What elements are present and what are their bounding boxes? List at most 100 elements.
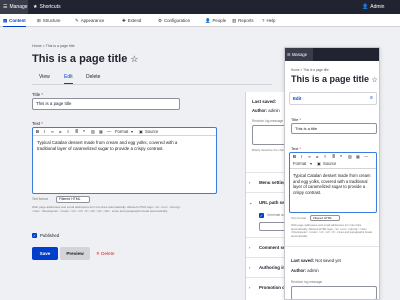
mobile-tab-select[interactable]: Edit ≡ — [289, 92, 377, 105]
menu-item-extend[interactable]: ✚ Extend — [122, 14, 141, 27]
unlink-icon[interactable]: ⌀ — [59, 129, 62, 134]
title-label-text: Title — [32, 92, 41, 97]
mobile-page-title-text: This is a page title — [291, 74, 370, 84]
manage-tab[interactable]: ☰ Manage — [0, 0, 28, 14]
numbered-list-icon[interactable]: ≣ — [332, 154, 336, 159]
mobile-text-format-value: Filtered HTML — [313, 216, 333, 220]
mobile-author-label: Author: — [291, 268, 307, 273]
delete-link[interactable]: ✕ Delete — [96, 251, 114, 257]
user-menu[interactable]: 👤 Admin — [362, 0, 384, 14]
bold-icon[interactable]: B — [293, 154, 296, 159]
mobile-manage-label: Manage — [291, 52, 308, 57]
admin-toolbar: ☰ Manage ★ Shortcuts 👤 Admin — [0, 0, 400, 14]
chevron-down-icon: ⌄ — [249, 200, 253, 205]
trash-icon: ✕ — [96, 251, 100, 256]
mobile-title-label-text: Title — [291, 117, 299, 122]
author-label: Author: — [252, 108, 268, 113]
table-icon[interactable]: ▦ — [356, 154, 360, 159]
link-icon[interactable]: ∞ — [51, 129, 54, 134]
text-format-label: Text format — [32, 197, 48, 201]
required-mark: * — [299, 117, 302, 122]
blockquote-icon[interactable]: ❝ — [83, 129, 85, 134]
bold-icon[interactable]: B — [36, 129, 39, 134]
source-button[interactable]: Source — [145, 129, 158, 134]
required-mark: * — [41, 121, 44, 126]
source-icon[interactable]: ▣ — [139, 129, 143, 134]
body-editor[interactable]: B I ∞ ⌀ ≡ ≣ ❝ ▨ ▦ — Format ▾ ▣ Source Ty… — [32, 127, 217, 194]
menu-label: Configuration — [163, 18, 191, 23]
hr-icon[interactable]: — — [364, 154, 368, 159]
menu-label: Appearance — [80, 18, 105, 23]
tab-edit[interactable]: Edit — [64, 72, 73, 84]
mobile-revision-input[interactable] — [291, 286, 377, 299]
published-label: Published — [40, 233, 60, 238]
title-input[interactable]: This is a page title — [32, 98, 180, 110]
hr-icon[interactable]: — — [107, 129, 111, 134]
menu-icon: ☰ — [287, 52, 291, 57]
menu-item-structure[interactable]: ⊞ Structure — [37, 14, 61, 27]
mobile-source-button[interactable]: Source — [323, 161, 336, 166]
mobile-editor-toolbar: B I ∞ ⌀ ≡ ≣ ❝ ▨ ▦ — Format ▾ ▣ Source — [290, 153, 376, 169]
mobile-revision-label: Revision log message — [291, 280, 323, 284]
menu-item-people[interactable]: 👤 People — [205, 14, 226, 27]
link-icon[interactable]: ∞ — [308, 154, 311, 159]
body-text[interactable]: Typical Catalan dessert made from cream … — [37, 140, 187, 152]
format-chevron-icon: ▾ — [131, 129, 134, 134]
menu-item-appearance[interactable]: ✎ Appearance — [75, 14, 104, 27]
preview-button[interactable]: Preview — [60, 247, 90, 260]
user-icon: 👤 — [362, 4, 369, 10]
format-dropdown[interactable]: Format — [115, 129, 128, 134]
italic-icon[interactable]: I — [44, 129, 45, 134]
menu-icon: ☰ — [3, 4, 8, 10]
source-icon[interactable]: ▣ — [317, 161, 321, 166]
mobile-page-title: This is a page title ☆ — [291, 74, 379, 86]
menu-label: Structure — [42, 18, 61, 23]
blockquote-icon[interactable]: ❝ — [340, 154, 342, 159]
generate-alias-checkbox[interactable]: ✓ — [259, 213, 264, 218]
required-mark: * — [299, 146, 302, 151]
breadcrumb[interactable]: Home > This is a page title — [32, 44, 75, 48]
tab-view[interactable]: View — [39, 72, 50, 84]
author: Author: admin — [252, 108, 280, 113]
menu-item-help[interactable]: ? Help — [262, 14, 275, 27]
user-name: Admin — [370, 4, 385, 10]
mobile-format-dropdown[interactable]: Format — [293, 161, 306, 166]
mobile-manage-tab[interactable]: ☰ Manage — [285, 48, 313, 61]
divider — [285, 246, 379, 247]
mobile-breadcrumb[interactable]: Home > This is a page title — [291, 68, 329, 72]
menu-item-reports[interactable]: ▥ Reports — [232, 14, 254, 27]
tab-delete[interactable]: Delete — [86, 72, 100, 84]
mobile-favorite-star-icon[interactable]: ☆ — [372, 77, 378, 84]
save-button[interactable]: Save — [32, 247, 58, 260]
page-title: This is a page title ☆ — [32, 53, 139, 65]
mobile-body-editor[interactable]: B I ∞ ⌀ ≡ ≣ ❝ ▨ ▦ — Format ▾ ▣ Source Ty… — [289, 152, 377, 213]
favorite-star-icon[interactable]: ☆ — [130, 54, 138, 64]
text-format-value: Filtered HTML — [59, 197, 81, 201]
menu-label: People — [212, 18, 227, 23]
mobile-text-format-label: Text format — [291, 216, 306, 220]
required-mark: * — [41, 92, 44, 97]
people-icon: 👤 — [205, 18, 211, 23]
table-icon[interactable]: ▦ — [99, 129, 103, 134]
italic-icon[interactable]: I — [301, 154, 302, 159]
shortcuts-tab[interactable]: ★ Shortcuts — [33, 0, 61, 14]
chevron-right-icon: › — [249, 265, 251, 270]
mobile-last-saved-value: Not saved yet — [315, 258, 341, 263]
text-label-text: Text — [32, 121, 41, 126]
bullet-list-icon[interactable]: ≡ — [67, 129, 69, 134]
image-icon[interactable]: ▨ — [348, 154, 352, 159]
mobile-title-input[interactable]: This is a title — [291, 123, 377, 134]
mobile-body-text[interactable]: Typical Catalan dessert made from cream … — [293, 173, 373, 195]
title-label: Title * — [32, 92, 43, 97]
text-format-select[interactable]: Filtered HTML — [56, 196, 90, 203]
published-checkbox[interactable]: ✓ — [32, 233, 37, 238]
mobile-text-format-select[interactable]: Filtered HTML — [310, 215, 340, 221]
menu-item-configuration[interactable]: ⚙ Configuration — [158, 14, 190, 27]
menu-label: Content — [9, 17, 26, 23]
image-icon[interactable]: ▨ — [91, 129, 95, 134]
numbered-list-icon[interactable]: ≣ — [75, 129, 79, 134]
bullet-list-icon[interactable]: ≡ — [324, 154, 326, 159]
menu-item-content[interactable]: ▤ Content — [3, 14, 26, 27]
unlink-icon[interactable]: ⌀ — [316, 154, 319, 159]
author-value: admin — [268, 108, 280, 113]
